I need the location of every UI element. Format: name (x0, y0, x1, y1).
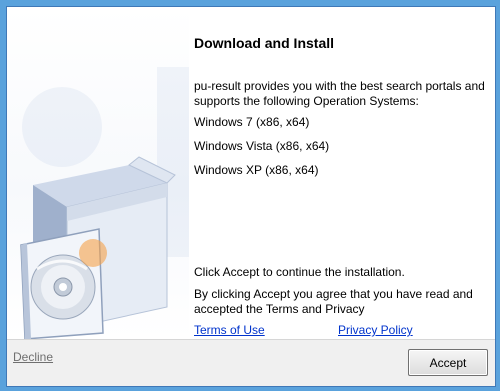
continue-text: Click Accept to continue the installatio… (194, 265, 405, 279)
dialog-content: Download and Install pu-result provides … (7, 7, 495, 339)
os-item-windows-vista: Windows Vista (x86, x64) (194, 139, 330, 153)
os-item-windows7: Windows 7 (x86, x64) (194, 115, 310, 129)
footer-divider (7, 339, 495, 340)
software-box-cd-icon (7, 7, 189, 339)
decline-link[interactable]: Decline (13, 350, 53, 364)
installer-dialog: Download and Install pu-result provides … (6, 6, 496, 387)
terms-of-use-link[interactable]: Terms of Use (194, 323, 265, 337)
os-item-windows-xp: Windows XP (x86, x64) (194, 163, 319, 177)
dialog-title: Download and Install (194, 35, 335, 51)
agreement-text: By clicking Accept you agree that you ha… (194, 287, 473, 316)
accept-button[interactable]: Accept (408, 349, 488, 376)
privacy-policy-link[interactable]: Privacy Policy (338, 323, 413, 337)
dialog-description: pu-result provides you with the best sea… (194, 79, 485, 108)
